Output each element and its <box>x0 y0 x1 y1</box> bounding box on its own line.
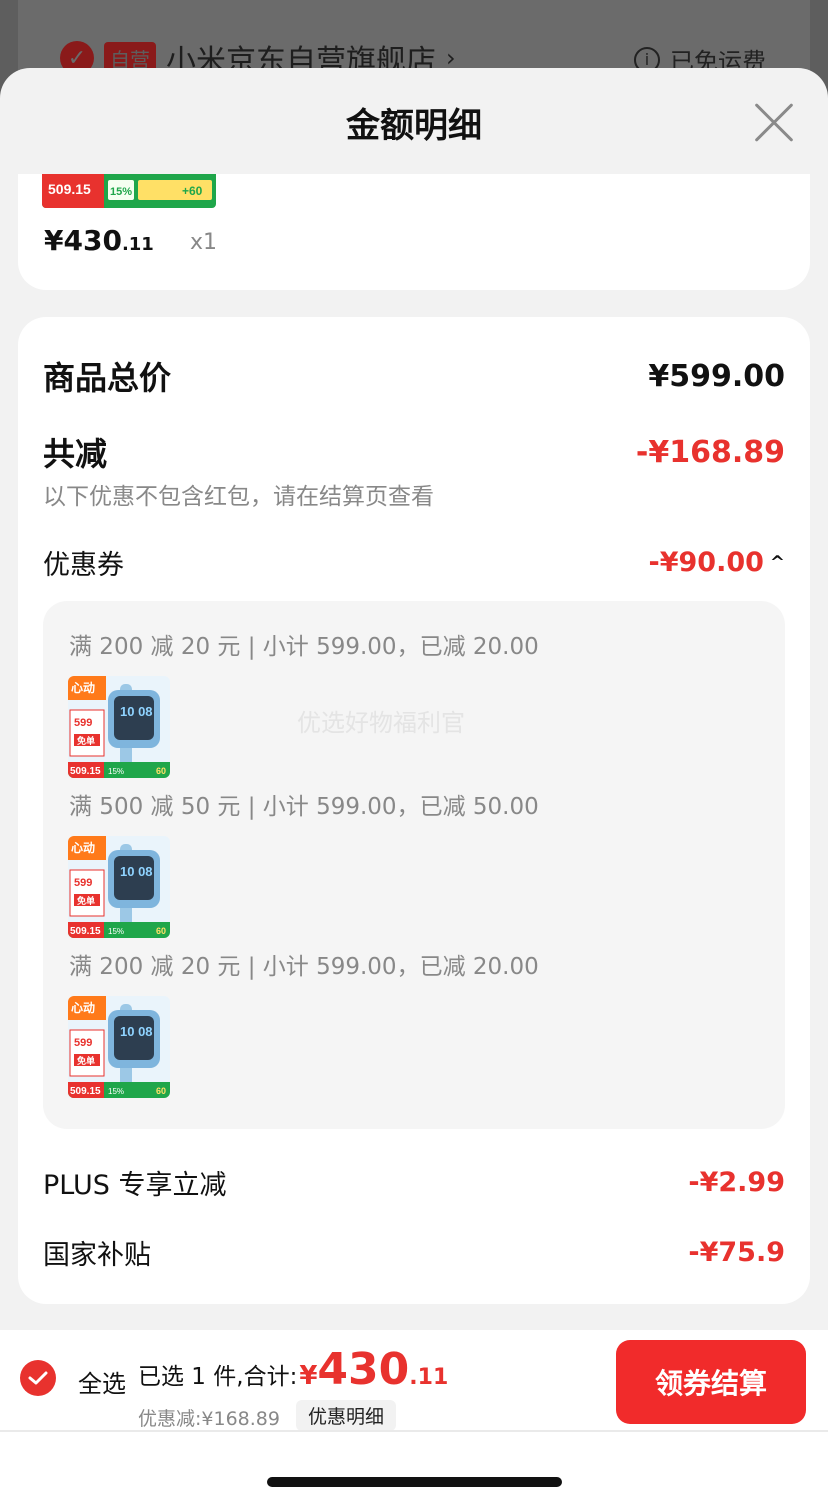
watch-product-image: 心动 599 免单 10 08 509.15 15% 60 <box>68 996 170 1098</box>
coupon-item-text: 满 500 减 50 元 | 小计 599.00，已减 50.00 <box>69 794 539 820</box>
price-decimal: .11 <box>121 234 154 255</box>
thumb-bottom-plus: 60 <box>156 1086 166 1096</box>
coupon-list: 优选好物福利官 满 200 减 20 元 | 小计 599.00，已减 20.0… <box>43 601 785 1129</box>
thumb-free-text: 免单 <box>77 895 95 906</box>
sheet-header: 金额明细 <box>0 68 828 176</box>
total-decimal: .11 <box>409 1365 449 1390</box>
coupon-product-thumbnail: 心动 599 免单 10 08 509.15 15% 60 <box>68 836 170 938</box>
thumb-bottom-badge: 15% <box>108 1087 124 1096</box>
product-image: 509.15 15% +60 <box>42 174 216 208</box>
total-reduce-row: 共减 -¥168.89 <box>43 429 785 475</box>
thumb-bottom-badge: 15% <box>108 767 124 776</box>
product-price: ¥430.11 <box>44 224 154 257</box>
cart-total: 已选 1 件,合计: ¥ 430 .11 <box>138 1344 448 1395</box>
plus-discount-row: PLUS 专享立减 -¥2.99 <box>43 1163 785 1202</box>
national-subsidy-label: 国家补贴 <box>43 1240 151 1271</box>
plus-discount-value: -¥2.99 <box>688 1167 785 1198</box>
total-price-value: ¥599.00 <box>648 358 785 394</box>
plus-discount-label: PLUS 专享立减 <box>43 1170 227 1201</box>
price-detail-card: 商品总价 ¥599.00 共减 -¥168.89 以下优惠不包含红包，请在结算页… <box>18 317 810 1304</box>
thumb-screen-text: 10 08 <box>120 704 153 719</box>
total-price-row: 商品总价 ¥599.00 <box>43 353 785 399</box>
total-integer: 430 <box>317 1344 410 1395</box>
discount-summary: 优惠减:¥168.89 <box>138 1408 280 1430</box>
product-card: 509.15 15% +60 ¥430.11 x1 <box>18 174 810 290</box>
chevron-up-icon[interactable]: ^ <box>770 552 785 573</box>
checkout-button[interactable]: 领券结算 <box>616 1340 806 1424</box>
thumb-free-text: 免单 <box>77 735 95 746</box>
price-symbol: ¥ <box>44 224 64 257</box>
thumb-price-text: 599 <box>74 1037 92 1049</box>
total-reduce-label: 共减 <box>43 435 108 473</box>
national-subsidy-value: -¥75.9 <box>688 1237 785 1268</box>
sheet-title: 金额明细 <box>346 105 482 146</box>
strip-plus: +60 <box>182 184 203 198</box>
thumb-badge-text: 心动 <box>71 841 95 855</box>
thumb-bottom-price: 509.15 <box>70 766 101 777</box>
thumb-free-text: 免单 <box>77 1055 95 1066</box>
watch-product-image: 心动 599 免单 10 08 509.15 15% 60 <box>68 836 170 938</box>
amount-detail-sheet: 金额明细 509.15 15% +60 ¥430.11 x1 商品总价 ¥599… <box>0 68 828 1504</box>
thumb-bottom-plus: 60 <box>156 926 166 936</box>
total-currency: ¥ <box>299 1361 318 1391</box>
thumb-bottom-badge: 15% <box>108 927 124 936</box>
coupon-product-thumbnail: 心动 599 免单 10 08 509.15 15% 60 <box>68 676 170 778</box>
coupon-item-text: 满 200 减 20 元 | 小计 599.00，已减 20.00 <box>69 954 539 980</box>
thumb-bottom-plus: 60 <box>156 766 166 776</box>
discount-note: 以下优惠不包含红包，请在结算页查看 <box>43 484 434 510</box>
thumb-price-text: 599 <box>74 717 92 729</box>
total-price-label: 商品总价 <box>43 359 172 397</box>
total-prefix: 已选 1 件,合计: <box>138 1364 298 1390</box>
strip-price: 509.15 <box>48 181 91 197</box>
thumb-price-text: 599 <box>74 877 92 889</box>
thumb-bottom-price: 509.15 <box>70 1086 101 1097</box>
coupon-amount: -¥90.00 <box>648 547 764 578</box>
discount-detail-button[interactable]: 优惠明细 <box>296 1400 397 1431</box>
total-reduce-value: -¥168.89 <box>635 434 785 470</box>
select-all-label[interactable]: 全选 <box>78 1364 126 1399</box>
coupon-item-text: 满 200 减 20 元 | 小计 599.00，已减 20.00 <box>69 634 539 660</box>
select-all-checkbox[interactable] <box>20 1360 56 1396</box>
price-integer: 430 <box>63 224 122 257</box>
thumb-badge-text: 心动 <box>71 681 95 695</box>
strip-badge: 15% <box>110 186 132 198</box>
product-banner-graphic: 509.15 15% +60 <box>42 174 216 208</box>
home-indicator[interactable] <box>267 1477 562 1487</box>
coupon-value: -¥90.00 ^ <box>649 547 786 578</box>
divider <box>0 1430 828 1432</box>
watch-product-image: 心动 599 免单 10 08 509.15 15% 60 <box>68 676 170 778</box>
product-quantity: x1 <box>190 230 218 255</box>
thumb-screen-text: 10 08 <box>120 1024 153 1039</box>
thumb-screen-text: 10 08 <box>120 864 153 879</box>
thumb-bottom-price: 509.15 <box>70 926 101 937</box>
checkmark-icon <box>28 1371 48 1385</box>
coupon-label: 优惠券 <box>43 550 124 581</box>
coupon-row[interactable]: 优惠券 -¥90.00 ^ <box>43 543 785 582</box>
national-subsidy-row: 国家补贴 -¥75.9 <box>43 1233 785 1272</box>
coupon-product-thumbnail: 心动 599 免单 10 08 509.15 15% 60 <box>68 996 170 1098</box>
close-icon[interactable] <box>754 102 794 142</box>
watermark-text: 优选好物福利官 <box>297 709 465 737</box>
thumb-badge-text: 心动 <box>71 1001 95 1015</box>
